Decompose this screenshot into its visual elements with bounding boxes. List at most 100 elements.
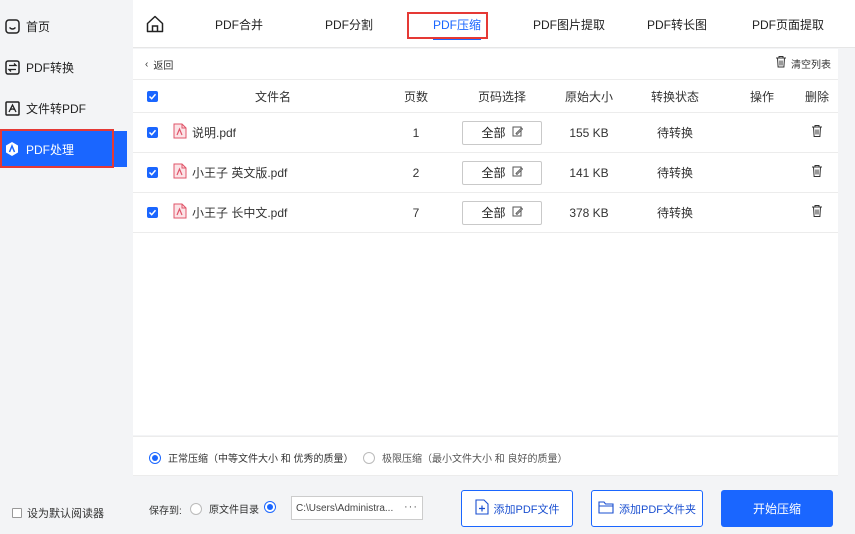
delete-button[interactable]	[797, 193, 837, 232]
pdf-process-icon	[4, 141, 20, 157]
sidebar-item-label: PDF处理	[26, 142, 75, 157]
bottom-toolbar: 保存到: 原文件目录 C:\Users\Administra... ··· 添加…	[133, 477, 855, 534]
file-name: 小王子 长中文.pdf	[173, 193, 393, 232]
column-header-pages: 页数	[403, 90, 428, 104]
save-path-value: C:\Users\Administra...	[296, 502, 394, 514]
trash-icon	[811, 204, 823, 221]
file-size: 378 KB	[569, 205, 609, 220]
page-range-cell: 全部	[462, 113, 542, 152]
add-pdf-folder-button[interactable]: 添加PDF文件夹	[591, 490, 703, 527]
conversion-status: 待转换	[656, 166, 693, 180]
tab-pdf-merge[interactable]: PDF合并	[215, 0, 263, 48]
save-to-label: 保存到:	[149, 506, 182, 517]
tab-pdf-compress[interactable]: PDF压缩	[433, 0, 482, 48]
radio-selected-icon	[264, 501, 276, 513]
normal-compression-label: 正常压缩（中等文件大小 和 优秀的质量）	[168, 454, 354, 465]
select-all-checkbox[interactable]	[145, 80, 159, 113]
add-file-icon	[474, 499, 489, 518]
add-pdf-folder-label: 添加PDF文件夹	[619, 503, 696, 516]
folder-icon	[598, 500, 614, 517]
compression-options: 正常压缩（中等文件大小 和 优秀的质量） 极限压缩（最小文件大小 和 良好的质量…	[133, 436, 838, 476]
file-name: 说明.pdf	[173, 113, 393, 152]
sidebar-item-label: 文件转PDF	[26, 101, 87, 116]
save-path-input[interactable]: C:\Users\Administra... ···	[291, 496, 423, 520]
file-name-text: 小王子 英文版.pdf	[192, 166, 288, 180]
page-range-cell: 全部	[462, 153, 542, 192]
checkbox-checked-icon	[146, 127, 158, 138]
edit-icon	[512, 166, 523, 180]
sidebar-item-home[interactable]: 首页	[0, 8, 127, 44]
row-checkbox[interactable]	[145, 113, 159, 152]
page-count: 2	[412, 165, 420, 180]
conversion-status: 待转换	[656, 126, 693, 140]
checkbox-checked-icon	[146, 91, 158, 102]
page-range-button[interactable]: 全部	[462, 120, 542, 145]
sidebar-item-file-to-pdf[interactable]: 文件转PDF	[0, 90, 127, 126]
convert-icon	[4, 59, 20, 75]
checkbox-checked-icon	[146, 207, 158, 218]
page-range-button[interactable]: 全部	[462, 160, 542, 185]
column-header-action: 操作	[749, 90, 774, 104]
page-range-label: 全部	[481, 126, 506, 140]
column-header-status: 转换状态	[650, 90, 699, 104]
radio-unselected-icon	[190, 502, 202, 515]
file-size: 155 KB	[569, 125, 609, 140]
row-checkbox[interactable]	[145, 153, 159, 192]
tab-pdf-page-extract[interactable]: PDF页面提取	[752, 0, 824, 48]
add-pdf-file-button[interactable]: 添加PDF文件	[461, 490, 573, 527]
page-range-label: 全部	[481, 166, 506, 180]
more-icon[interactable]: ···	[404, 501, 418, 513]
trash-icon	[811, 124, 823, 141]
file-name: 小王子 英文版.pdf	[173, 153, 393, 192]
table-row: 说明.pdf 1 全部 155 KB 待转换	[133, 113, 838, 153]
column-header-size: 原始大小	[564, 90, 613, 104]
custom-dir-radio[interactable]	[264, 501, 283, 513]
sidebar-item-label: 首页	[26, 19, 51, 34]
table-row: 小王子 英文版.pdf 2 全部 141 KB 待转换	[133, 153, 838, 193]
column-header-range: 页码选择	[477, 90, 526, 104]
default-reader-checkbox[interactable]: 设为默认阅读器	[12, 505, 104, 521]
tab-bar: PDF合并 PDF分割 PDF压缩 PDF图片提取 PDF转长图 PDF页面提取	[133, 0, 855, 48]
start-compress-button[interactable]: 开始压缩	[721, 490, 833, 527]
row-checkbox[interactable]	[145, 193, 159, 232]
file-size: 141 KB	[569, 165, 609, 180]
chevron-left-icon: ‹	[145, 59, 149, 70]
extreme-compression-label: 极限压缩（最小文件大小 和 良好的质量）	[382, 454, 568, 465]
page-range-label: 全部	[481, 206, 506, 220]
house-icon	[146, 15, 164, 33]
file-list-panel: ‹ 返回 清空列表 文件名 页数 页码选择 原始大小 转换状态 操作 删除 说明…	[133, 49, 838, 435]
tab-pdf-image-extract[interactable]: PDF图片提取	[533, 0, 605, 48]
page-range-button[interactable]: 全部	[462, 200, 542, 225]
file-name-text: 说明.pdf	[192, 126, 237, 140]
page-count: 7	[412, 205, 420, 220]
pdf-file-icon	[173, 203, 187, 222]
back-button[interactable]: ‹ 返回	[145, 57, 173, 72]
sidebar-item-pdf-process[interactable]: PDF处理	[0, 131, 127, 167]
original-dir-label: 原文件目录	[209, 505, 259, 516]
tab-pdf-to-long-image[interactable]: PDF转长图	[647, 0, 707, 48]
home-icon	[4, 18, 20, 34]
file-to-pdf-icon	[4, 100, 20, 116]
clear-list-button[interactable]: 清空列表	[775, 55, 831, 71]
extreme-compression-radio[interactable]: 极限压缩（最小文件大小 和 良好的质量）	[363, 450, 568, 465]
normal-compression-radio[interactable]: 正常压缩（中等文件大小 和 优秀的质量）	[149, 450, 354, 465]
column-header-filename: 文件名	[254, 90, 291, 104]
original-dir-radio[interactable]: 原文件目录	[190, 501, 259, 516]
sidebar-item-label: PDF转换	[26, 60, 75, 75]
sidebar-item-pdf-convert[interactable]: PDF转换	[0, 49, 127, 85]
delete-button[interactable]	[797, 113, 837, 152]
checkbox-checked-icon	[146, 167, 158, 178]
home-button[interactable]	[143, 12, 167, 36]
clear-list-label: 清空列表	[791, 59, 831, 71]
page-range-cell: 全部	[462, 193, 542, 232]
checkbox-icon	[12, 508, 22, 518]
table-header: 文件名 页数 页码选择 原始大小 转换状态 操作 删除	[133, 79, 838, 113]
radio-unselected-icon	[363, 451, 375, 464]
sidebar: 首页 PDF转换 文件转PDF PDF处理 设为默认阅读器	[0, 0, 131, 534]
conversion-status: 待转换	[656, 206, 693, 220]
edit-icon	[512, 206, 523, 220]
delete-button[interactable]	[797, 153, 837, 192]
tab-pdf-split[interactable]: PDF分割	[325, 0, 373, 48]
trash-icon	[775, 55, 787, 71]
pdf-file-icon	[173, 163, 187, 182]
